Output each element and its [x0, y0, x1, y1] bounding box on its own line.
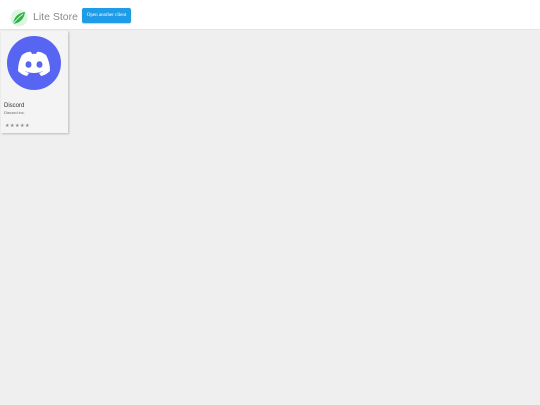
open-another-client-button[interactable]: Open another client	[82, 8, 131, 23]
app-name: Discord	[4, 103, 25, 109]
discord-icon[interactable]	[7, 36, 61, 90]
app-developer: Discord inc.	[4, 110, 25, 115]
star-icon: ★	[24, 123, 30, 129]
star-icon: ★	[14, 123, 20, 129]
leaf-logo-icon[interactable]	[10, 9, 28, 27]
store-title: Lite Store	[33, 11, 78, 23]
star-rating: ★ ★ ★ ★ ★	[5, 123, 29, 129]
star-icon: ★	[5, 123, 10, 129]
star-icon: ★	[9, 123, 15, 129]
top-bar: Lite Store Open another client	[0, 0, 540, 30]
app-card-discord[interactable]: Discord Discord inc. ★ ★ ★ ★ ★	[1, 31, 68, 133]
star-icon: ★	[19, 123, 25, 129]
